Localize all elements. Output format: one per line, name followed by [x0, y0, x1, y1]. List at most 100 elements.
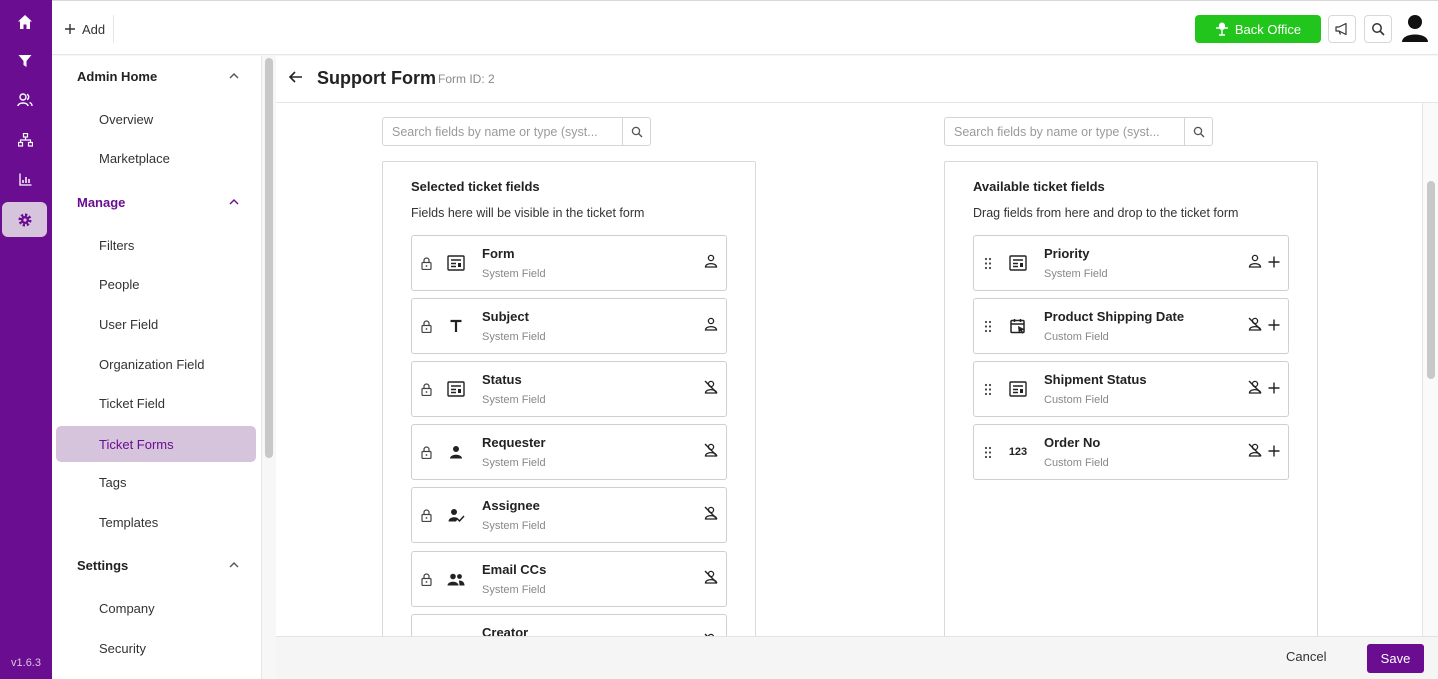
back-office-button[interactable]: Back Office — [1195, 15, 1321, 43]
sidebar-item-ticket-field[interactable]: Ticket Field — [56, 385, 256, 421]
sidebar-item-ticket-forms[interactable]: Ticket Forms — [56, 426, 256, 462]
selected-search-button[interactable] — [622, 118, 650, 145]
drag-handle-icon[interactable] — [981, 381, 995, 397]
group-icon — [445, 568, 467, 590]
page-title: Support Form — [317, 68, 436, 88]
available-field-order-no[interactable]: 123 Order No Custom Field — [973, 424, 1289, 480]
back-button[interactable] — [288, 69, 304, 90]
form-editor: Selected ticket fields Fields here will … — [276, 103, 1422, 636]
bar-chart-icon[interactable] — [10, 164, 40, 194]
person-off-icon[interactable] — [1248, 380, 1262, 399]
field-name: Order No — [1044, 435, 1101, 450]
sidebar-item-filters[interactable]: Filters — [56, 227, 256, 263]
person-icon[interactable] — [1248, 254, 1262, 273]
sidebar-group-settings[interactable]: Settings — [52, 545, 257, 585]
add-button[interactable]: Add — [60, 15, 115, 43]
drag-handle-icon[interactable] — [981, 255, 995, 271]
field-kind: System Field — [482, 331, 546, 343]
sidebar-item-user-field[interactable]: User Field — [56, 306, 256, 342]
sidebar-item-marketplace[interactable]: Marketplace — [56, 140, 256, 176]
person-off-icon[interactable] — [1248, 317, 1262, 336]
main-scrollbar-thumb[interactable] — [1427, 181, 1435, 379]
org-chart-icon[interactable] — [10, 125, 40, 155]
available-fields-panel: Available ticket fields Drag fields from… — [944, 161, 1318, 636]
lock-icon — [419, 571, 433, 587]
available-field-priority[interactable]: Priority System Field — [973, 235, 1289, 291]
field-name: Status — [482, 372, 522, 387]
chevron-up-icon — [229, 73, 239, 79]
search-icon — [631, 126, 642, 137]
sidebar-item-label: Tags — [99, 474, 127, 490]
sidebar-group-admin-home[interactable]: Admin Home — [52, 56, 257, 96]
sidebar-group-label: Admin Home — [77, 68, 158, 84]
field-kind: System Field — [482, 584, 546, 596]
main-scrollbar[interactable] — [1422, 103, 1438, 636]
selected-field-assignee[interactable]: Assignee System Field — [411, 487, 727, 543]
save-button[interactable]: Save — [1367, 644, 1424, 673]
sidebar-item-people[interactable]: People — [56, 266, 256, 302]
field-name: Product Shipping Date — [1044, 309, 1185, 324]
back-office-icon — [1215, 22, 1228, 36]
filter-icon[interactable] — [10, 46, 40, 76]
drag-handle-icon[interactable] — [981, 318, 995, 334]
avatar[interactable] — [1400, 13, 1430, 43]
user-icon — [445, 441, 467, 463]
person-off-icon[interactable] — [704, 570, 718, 589]
chevron-up-icon — [229, 562, 239, 568]
selected-field-email-ccs[interactable]: Email CCs System Field — [411, 551, 727, 607]
available-search-input[interactable] — [945, 118, 1184, 145]
available-fields-search — [944, 117, 1213, 146]
sidebar-item-security[interactable]: Security — [56, 630, 256, 666]
selected-fields-search — [382, 117, 651, 146]
panel-title: Available ticket fields — [973, 179, 1105, 194]
person-off-icon[interactable] — [704, 506, 718, 525]
field-kind: System Field — [482, 394, 546, 406]
search-button[interactable] — [1364, 15, 1392, 43]
home-icon[interactable] — [10, 7, 40, 37]
selected-field-requester[interactable]: Requester System Field — [411, 424, 727, 480]
drag-handle-icon[interactable] — [981, 444, 995, 460]
sidebar-item-tags[interactable]: Tags — [56, 464, 256, 500]
sidebar-scrollbar[interactable] — [265, 58, 273, 458]
plus-icon[interactable] — [1268, 318, 1280, 336]
person-off-icon[interactable] — [704, 443, 718, 462]
form-icon — [445, 378, 467, 400]
sidebar-item-organization-field[interactable]: Organization Field — [56, 346, 256, 382]
gear-icon[interactable] — [2, 202, 47, 237]
arrow-left-icon — [288, 71, 302, 83]
selected-field-form[interactable]: Form System Field — [411, 235, 727, 291]
person-off-icon[interactable] — [1248, 443, 1262, 462]
available-field-product-shipping-date[interactable]: Product Shipping Date Custom Field — [973, 298, 1289, 354]
top-bar: Add Back Office — [52, 0, 1438, 55]
sidebar-item-templates[interactable]: Templates — [56, 504, 256, 540]
selected-field-subject[interactable]: Subject System Field — [411, 298, 727, 354]
megaphone-icon — [1335, 22, 1347, 36]
field-kind: System Field — [482, 457, 546, 469]
sidebar-item-company[interactable]: Company — [56, 590, 256, 626]
user-check-icon — [445, 504, 467, 526]
field-name: Form — [482, 246, 515, 261]
sidebar-item-label: Ticket Field — [99, 395, 165, 411]
sidebar-group-manage[interactable]: Manage — [52, 182, 257, 222]
person-icon[interactable] — [704, 317, 718, 336]
selected-field-status[interactable]: Status System Field — [411, 361, 727, 417]
plus-icon[interactable] — [1268, 255, 1280, 273]
selected-search-input[interactable] — [383, 118, 622, 145]
available-field-shipment-status[interactable]: Shipment Status Custom Field — [973, 361, 1289, 417]
plus-icon[interactable] — [1268, 444, 1280, 462]
sidebar-item-label: Overview — [99, 111, 154, 127]
lock-icon — [419, 318, 433, 334]
people-icon[interactable] — [10, 85, 40, 115]
sidebar-item-label: Organization Field — [99, 356, 205, 372]
field-name: Priority — [1044, 246, 1090, 261]
announcement-button[interactable] — [1328, 15, 1356, 43]
plus-icon[interactable] — [1268, 381, 1280, 399]
cancel-button[interactable]: Cancel — [1286, 649, 1326, 664]
person-icon[interactable] — [704, 254, 718, 273]
available-search-button[interactable] — [1184, 118, 1212, 145]
sidebar-group-label: Manage — [77, 194, 126, 210]
selected-field-creator[interactable]: Creator System Field — [411, 614, 727, 636]
sidebar-item-label: Security — [99, 640, 146, 656]
sidebar-item-overview[interactable]: Overview — [56, 101, 256, 137]
person-off-icon[interactable] — [704, 380, 718, 399]
